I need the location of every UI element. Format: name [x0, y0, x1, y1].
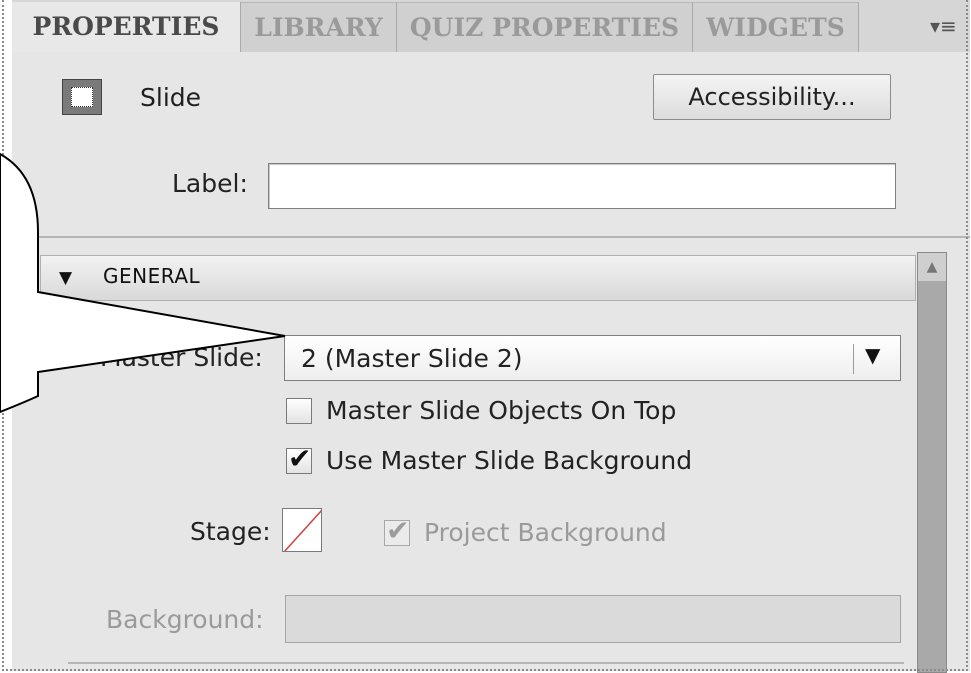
properties-panel: PROPERTIES LIBRARY QUIZ PROPERTIES WIDGE…	[0, 0, 971, 673]
callout-speech-bubble	[0, 152, 286, 414]
